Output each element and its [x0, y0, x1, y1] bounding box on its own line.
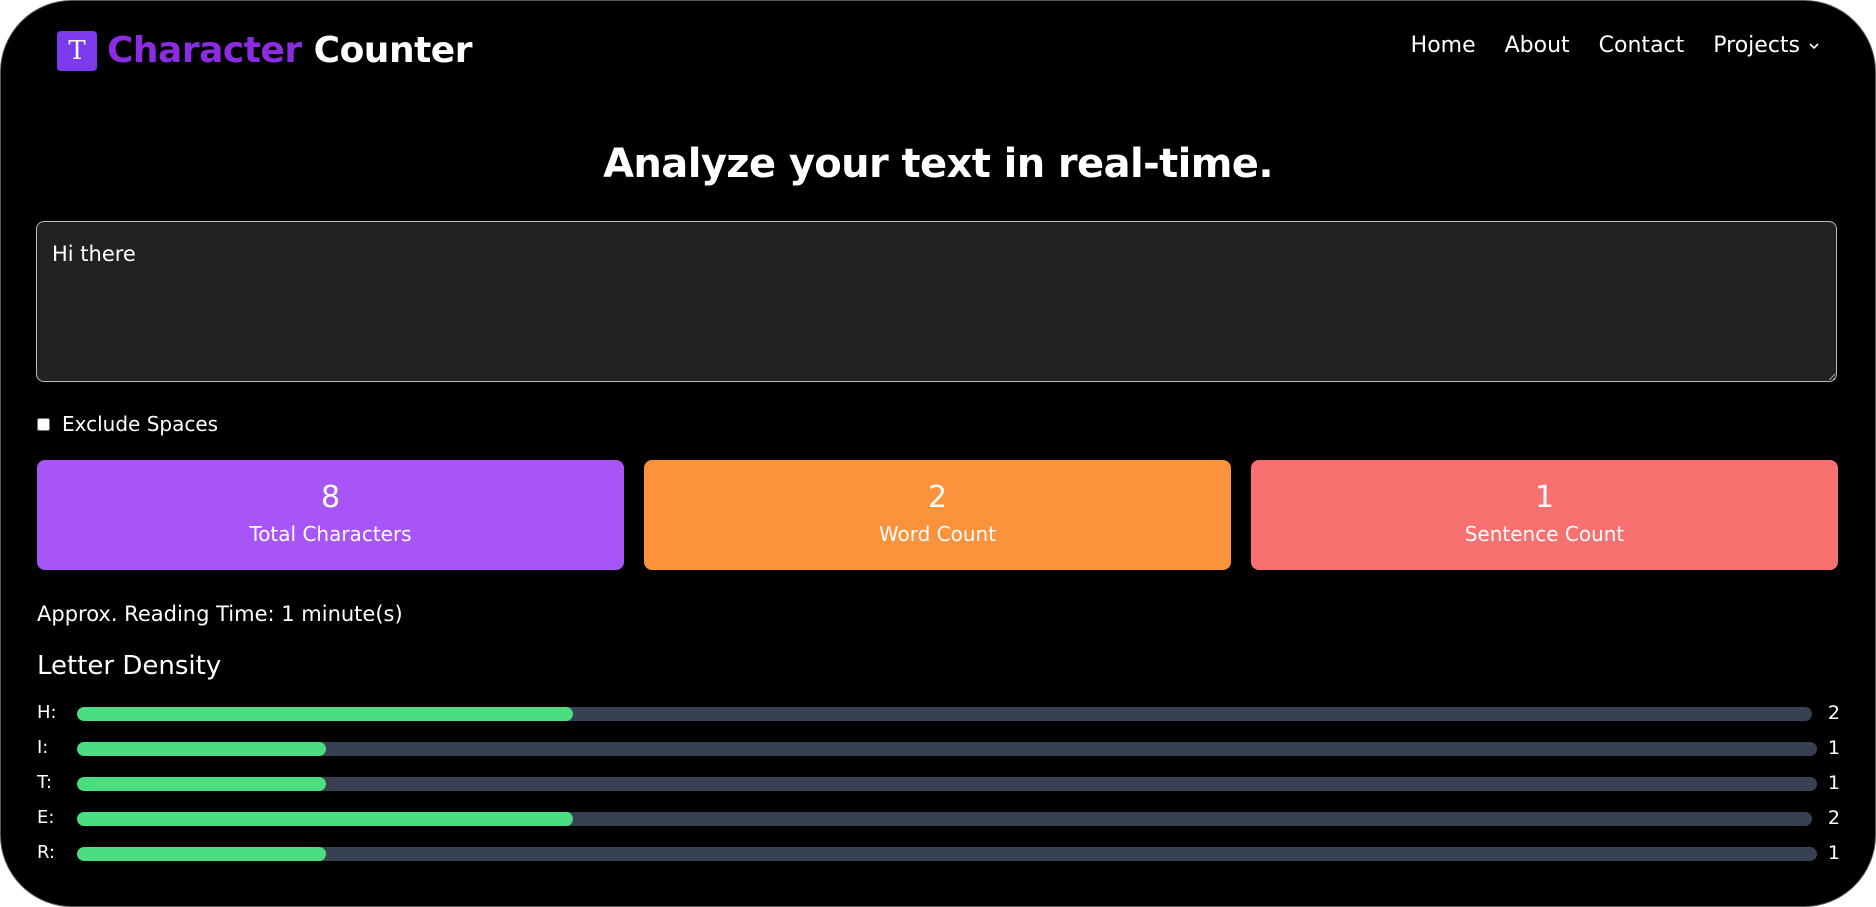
density-bar-fill [77, 812, 573, 826]
brand-name-rest: Counter [313, 30, 473, 71]
density-letter: R: [37, 842, 56, 863]
word-count-value: 2 [927, 480, 948, 515]
density-bar-fill [77, 777, 326, 791]
density-count: 2 [1827, 702, 1840, 724]
sentence-count-value: 1 [1534, 480, 1555, 515]
total-characters-card: 8 Total Characters [37, 460, 624, 570]
exclude-spaces-checkbox[interactable] [37, 417, 50, 431]
sentence-count-label: Sentence Count [1464, 522, 1625, 546]
density-letter: H: [37, 702, 57, 723]
text-logo-icon: T [57, 30, 97, 71]
nav-projects-dropdown[interactable]: Projects [1713, 33, 1820, 58]
density-letter: T: [37, 772, 53, 793]
density-bar-fill [77, 707, 573, 721]
reading-time: Approx. Reading Time: 1 minute(s) [37, 602, 403, 626]
nav-about-link[interactable]: About [1505, 33, 1570, 58]
chevron-down-icon [1809, 42, 1819, 49]
density-letter: E: [37, 807, 55, 828]
exclude-spaces-option[interactable]: Exclude Spaces [37, 412, 218, 436]
density-bar-track [77, 812, 1812, 826]
text-input[interactable] [36, 221, 1837, 382]
word-count-label: Word Count [878, 522, 997, 546]
density-row: I: 1 [37, 733, 1840, 763]
nav-projects-label: Projects [1713, 33, 1800, 58]
density-bar-track [77, 707, 1812, 721]
brand-name: Character Counter [107, 30, 472, 71]
stats-cards: 8 Total Characters 2 Word Count 1 Senten… [37, 460, 1838, 570]
density-bar-track [77, 847, 1817, 861]
density-count: 1 [1827, 772, 1840, 794]
density-count: 2 [1827, 807, 1840, 829]
density-bar-fill [77, 742, 326, 756]
density-row: T: 1 [37, 768, 1840, 798]
letter-density-title: Letter Density [37, 651, 222, 681]
exclude-spaces-label: Exclude Spaces [62, 412, 219, 436]
page-title: Analyze your text in real-time. [603, 141, 1273, 187]
sentence-count-card: 1 Sentence Count [1251, 460, 1838, 570]
brand-link[interactable]: T Character Counter [57, 30, 472, 71]
density-row: H: 2 [37, 698, 1840, 728]
density-row: R: 1 [37, 838, 1840, 868]
nav-home-link[interactable]: Home [1411, 33, 1476, 58]
app-window: T Character Counter Home About Contact P… [0, 0, 1876, 907]
density-count: 1 [1827, 842, 1840, 864]
nav-links: Home About Contact Projects [1411, 33, 1820, 58]
density-bar-fill [77, 847, 326, 861]
density-letter: I: [37, 737, 49, 758]
total-characters-value: 8 [320, 480, 341, 515]
total-characters-label: Total Characters [249, 522, 412, 546]
density-bar-track [77, 777, 1817, 791]
word-count-card: 2 Word Count [644, 460, 1231, 570]
brand-name-accent: Character [107, 30, 302, 71]
density-row: E: 2 [37, 803, 1840, 833]
nav-contact-link[interactable]: Contact [1599, 33, 1685, 58]
density-count: 1 [1827, 737, 1840, 759]
density-bar-track [77, 742, 1817, 756]
navbar: T Character Counter Home About Contact P… [1, 1, 1875, 97]
